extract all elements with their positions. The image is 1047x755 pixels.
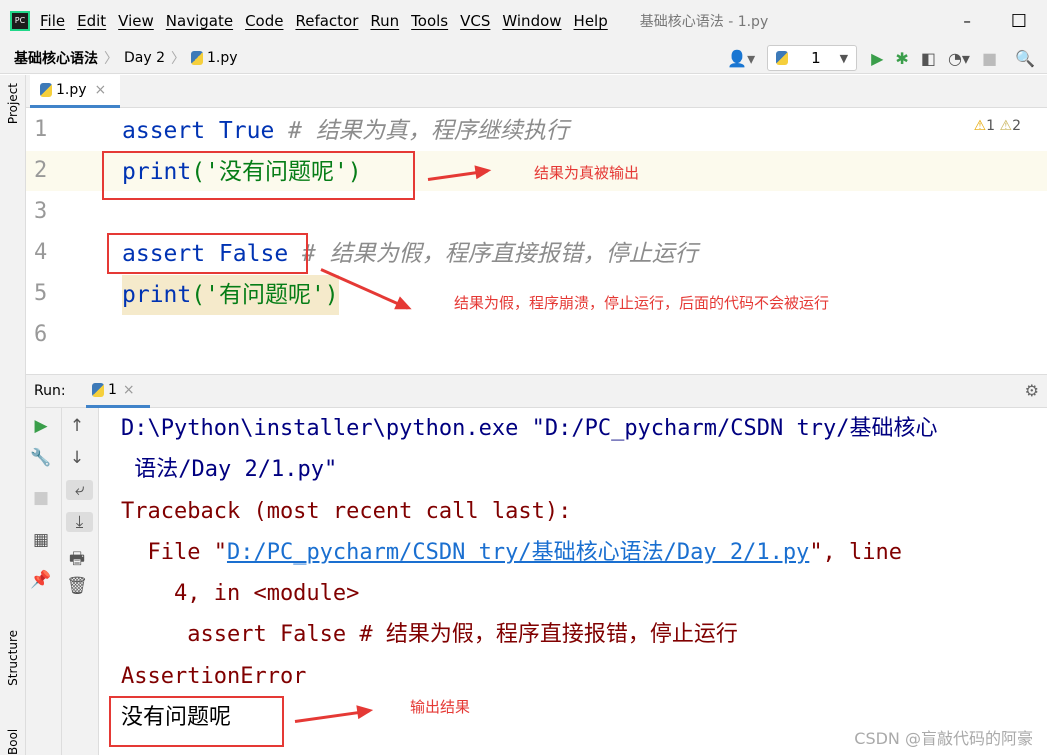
menu-file[interactable]: File [40, 12, 65, 30]
console-line: assert False # 结果为假，程序直接报错，停止运行 [121, 622, 738, 647]
watermark: CSDN @盲敲代码的阿豪 [854, 729, 1033, 748]
line-number: 2 [34, 158, 48, 183]
wrench-icon[interactable]: 🔧 [26, 448, 56, 468]
code-token: # 结果为假，程序直接报错，停止运行 [288, 241, 698, 267]
left-tool-strip: Project Structure Bookmarks [0, 75, 26, 755]
close-icon[interactable]: × [123, 382, 135, 398]
line-number: 4 [34, 240, 48, 265]
menu-refactor[interactable]: Refactor [295, 12, 358, 30]
run-icon[interactable]: ▶ [871, 49, 883, 68]
weak-warning-icon: ⚠ [999, 118, 1013, 134]
run-tab-label: 1 [108, 382, 117, 398]
minimize-button[interactable]: – [963, 12, 971, 30]
rerun-icon[interactable]: ▶ [26, 416, 56, 436]
code-editor[interactable]: 1 assert True # 结果为真，程序继续执行 2 print('没有问题呢'… [26, 108, 1047, 343]
breadcrumb-project[interactable]: 基础核心语法 [14, 48, 98, 68]
editor-tabs: 1.py × [26, 75, 1047, 108]
menu-vcs[interactable]: VCS [460, 12, 490, 30]
user-icon[interactable]: 👤▾ [727, 49, 755, 68]
code-token: # 结果为真，程序继续执行 [274, 118, 569, 144]
menu-window[interactable]: Window [502, 12, 561, 30]
menu-edit[interactable]: Edit [77, 12, 106, 30]
annotation-text: 结果为真被输出 [534, 164, 640, 182]
debug-icon[interactable]: ✱ [895, 49, 908, 68]
text: ", line [809, 540, 903, 565]
annotation-box [102, 151, 415, 200]
line-number: 3 [34, 199, 48, 224]
layout-icon[interactable]: ▦ [26, 530, 56, 550]
console-line: File "D:/PC_pycharm/CSDN try/基础核心语法/Day … [121, 535, 902, 571]
code-token: print [122, 282, 192, 308]
file-link[interactable]: D:/PC_pycharm/CSDN try/基础核心语法/Day 2/1.py [227, 540, 809, 565]
stop-icon[interactable]: ■ [982, 49, 997, 68]
annotation-box [107, 233, 308, 274]
weak-warning-count: 2 [1012, 118, 1021, 134]
maximize-button[interactable]: ☐ [1011, 11, 1027, 32]
annotation-arrow [294, 709, 370, 723]
annotation-text: 结果为假，程序崩溃，停止运行，后面的代码不会被运行 [454, 294, 830, 312]
line-number: 1 [34, 117, 48, 142]
run-config-value: 1 [811, 49, 821, 67]
coverage-icon[interactable]: ◧ [921, 49, 936, 68]
close-icon[interactable]: × [95, 82, 107, 98]
code-line: print('有问题呢') [122, 275, 339, 315]
arrow-up-icon[interactable]: ↑ [62, 416, 92, 436]
menu-navigate[interactable]: Navigate [166, 12, 233, 30]
line-number: 6 [34, 322, 48, 343]
run-label: Run: [34, 383, 66, 399]
console-toolbar: ↑ ↓ ⤶ ⤓ 🖶 🗑 [62, 408, 99, 755]
profile-icon[interactable]: ◔▾ [948, 49, 970, 68]
line-number: 5 [34, 281, 48, 306]
text: File " [121, 540, 227, 565]
menu-view[interactable]: View [118, 12, 154, 30]
console-line: Traceback (most recent call last): [121, 499, 572, 524]
run-panel-header: Run: 1 × ⚙ [26, 374, 1047, 408]
tab-1-py[interactable]: 1.py × [30, 75, 120, 108]
window-title: 基础核心语法 - 1.py [639, 14, 769, 30]
menu-run[interactable]: Run [370, 12, 399, 30]
inspection-widget[interactable]: ⚠1 ⚠2 [974, 118, 1021, 134]
gear-icon[interactable]: ⚙ [1025, 381, 1039, 400]
run-config-select[interactable]: 1 ▼ [767, 45, 858, 71]
breadcrumb-file[interactable]: 1.py [207, 50, 238, 66]
menu-bar: PC File Edit View Navigate Code Refactor… [0, 0, 1047, 42]
console-line: AssertionError [121, 664, 307, 689]
warning-count: 1 [986, 118, 996, 134]
python-icon [776, 51, 789, 65]
console-line: 4, in <module> [121, 581, 360, 606]
console-line: 语法/Day 2/1.py" [121, 457, 338, 482]
run-toolbar: ▶ 🔧 ■ ▦ 📌 [26, 408, 62, 755]
bookmarks-tool-button[interactable]: Bookmarks [6, 730, 20, 755]
console-output[interactable]: D:\Python\installer\python.exe "D:/PC_py… [100, 408, 1047, 755]
breadcrumb-folder[interactable]: Day 2 [124, 50, 165, 66]
toolbar: 👤▾ 1 ▼ ▶ ✱ ◧ ◔▾ ■ 🔍 [727, 42, 1047, 74]
trash-icon[interactable]: 🗑 [62, 576, 92, 596]
pycharm-logo-icon: PC [10, 11, 30, 31]
chevron-down-icon: ▼ [839, 51, 849, 65]
search-icon[interactable]: 🔍 [1015, 49, 1035, 68]
python-file-icon [40, 83, 52, 97]
run-tab[interactable]: 1 × [86, 375, 150, 408]
code-arguments: ('有问题呢') [191, 282, 339, 308]
structure-tool-button[interactable]: Structure [6, 630, 20, 686]
annotation-box [109, 696, 284, 747]
python-icon [92, 383, 104, 397]
pin-icon[interactable]: 📌 [26, 570, 56, 590]
soft-wrap-icon[interactable]: ⤶ [66, 480, 93, 500]
menu-help[interactable]: Help [574, 12, 608, 30]
console-line: D:\Python\installer\python.exe "D:/PC_py… [121, 416, 938, 441]
project-tool-button[interactable]: Project [6, 83, 20, 124]
code-line: assert True # 结果为真，程序继续执行 [122, 111, 569, 151]
scroll-to-end-icon[interactable]: ⤓ [66, 512, 93, 532]
menu-code[interactable]: Code [245, 12, 283, 30]
python-file-icon [191, 50, 204, 65]
code-token: assert True [122, 118, 275, 144]
print-icon[interactable]: 🖶 [62, 546, 92, 575]
arrow-down-icon[interactable]: ↓ [62, 448, 92, 468]
menu-tools[interactable]: Tools [411, 12, 448, 30]
warning-icon: ⚠ [973, 118, 987, 134]
annotation-text: 输出结果 [410, 698, 471, 716]
tab-label: 1.py [56, 82, 87, 98]
stop-icon[interactable]: ■ [26, 488, 56, 508]
